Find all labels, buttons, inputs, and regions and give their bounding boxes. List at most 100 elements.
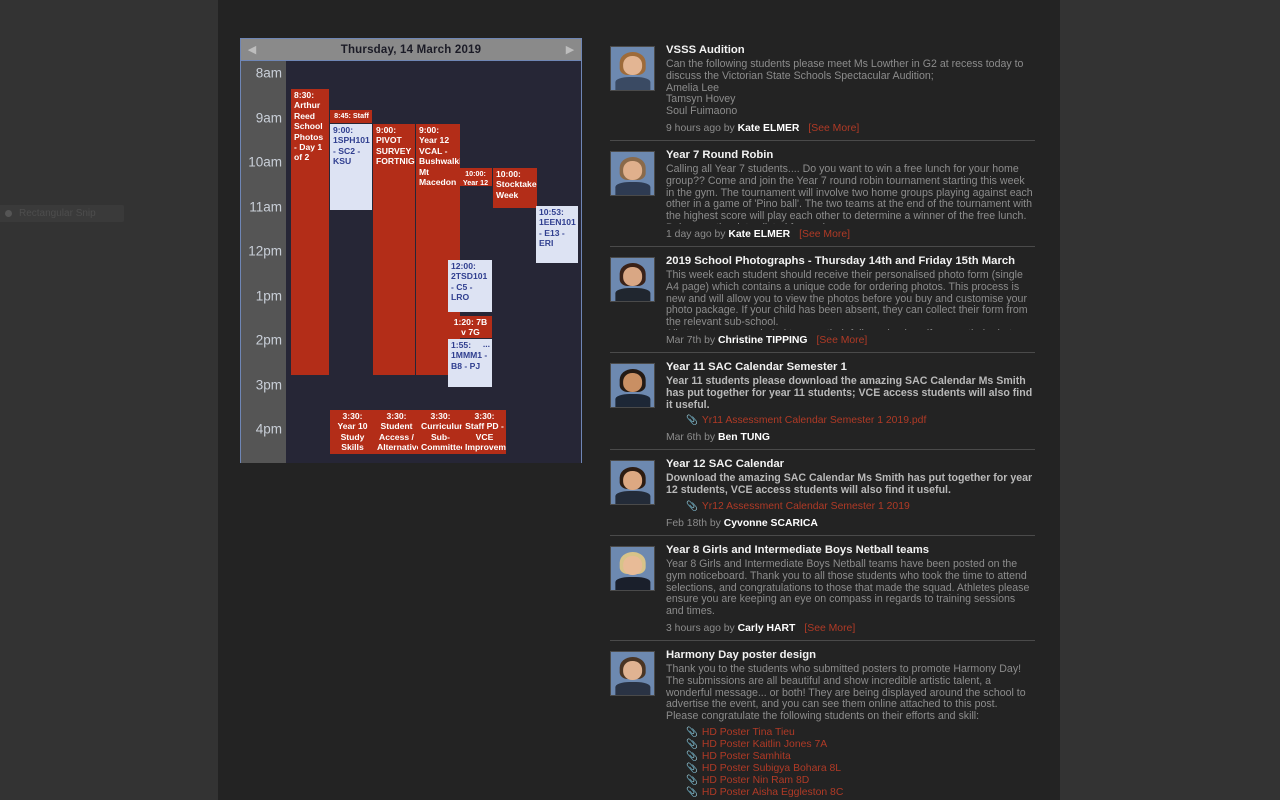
avatar-shoulders [614,182,651,195]
attachment-link[interactable]: 📎 Yr11 Assessment Calendar Semester 1 201… [686,415,1035,427]
news-item-content: 2019 School Photographs - Thursday 14th … [666,255,1035,346]
news-item-title[interactable]: Harmony Day poster design [666,649,1035,662]
calendar-time-gutter: 8am 9am 10am 11am 12pm 1pm 2pm 3pm 4pm [241,61,286,463]
calendar-event-year12[interactable]: 10:00: Year 12 [458,168,492,186]
news-item-author[interactable]: Carly HART [738,623,796,634]
news-item[interactable]: 2019 School Photographs - Thursday 14th … [610,245,1035,352]
calendar-date-title: Thursday, 14 March 2019 [340,43,482,56]
rectangular-snip-overlay[interactable]: Rectangular Snip [0,205,124,222]
avatar-shoulders [614,77,651,90]
paperclip-icon: 📎 [686,500,698,512]
calendar-event-1mmm1[interactable]: 1:55: 1MMM1 - B8 - PJ... [448,339,492,387]
paperclip-icon: 📎 [686,415,698,427]
calendar-event-staff[interactable]: 8:45: Staff [330,110,372,123]
calendar-event-title: Student Access / Alternative Pathways [377,421,418,454]
paperclip-icon: 📎 [686,762,698,774]
news-item[interactable]: Harmony Day poster design Thank you to th… [610,639,1035,800]
calendar-event-2tsd101[interactable]: 12:00: 2TSD101 - C5 - LRO [448,260,492,312]
avatar [610,46,655,91]
news-item-author[interactable]: Cyvonne SCARICA [724,518,818,529]
calendar-event-title: Year 12 VCAL - Bushwalking Mt Macedon [419,135,460,188]
news-item-title[interactable]: VSSS Audition [666,44,1035,57]
news-item-body: Calling all Year 7 students.... Do you w… [666,163,1033,224]
calendar-time-label: 8am [255,65,282,81]
news-item-meta: Mar 6th by Ben TUNG [666,432,1035,443]
calendar-event-title: Staff [352,111,369,120]
calendar-event-1een101[interactable]: 10:53: 1EEN101 - E13 - ERI [536,206,578,263]
news-item-author[interactable]: Christine TIPPING [718,335,808,346]
avatar [610,362,655,408]
attachment-label: HD Poster Tina Tieu [701,726,795,738]
news-item-author[interactable]: Kate ELMER [728,229,790,240]
calendar-event-arthur-reed[interactable]: 8:30: Arthur Reed School Photos - Day 1 o… [291,89,329,375]
calendar-event-time: 10:00: [465,169,486,178]
news-item-body: Thank you to the students who submitted … [666,663,1026,723]
calendar-event-time: 3:30: [430,411,451,421]
see-more-link[interactable]: [See More] [804,623,855,634]
attachment-label: HD Poster Subigya Bohara 8L [701,762,842,774]
attachment-link[interactable]: 📎 HD Poster Nin Ram 8D [686,775,1035,787]
calendar-event-7bv7g[interactable]: 1:20: 7B v 7G [448,316,492,338]
attachment-list: 📎 HD Poster Tina Tieu 📎 HD Poster Kaitlin J… [686,727,1035,799]
news-item-title[interactable]: 2019 School Photographs - Thursday 14th … [666,255,1035,268]
calendar-event-1sph101[interactable]: 9:00: 1SPH101 - SC2 - KSU [330,124,372,210]
see-more-link[interactable]: [See More] [816,335,867,346]
calendar-event-time: 8:30: [294,90,315,100]
attachment-link[interactable]: 📎 HD Poster Kaitlin Jones 7A [686,739,1035,751]
next-day-arrow-icon[interactable]: ▶ [559,39,581,60]
attachment-link[interactable]: 📎 HD Poster Aisha Eggleston 8C [686,787,1035,799]
news-feed[interactable]: VSSS Audition Can the following students … [610,36,1035,800]
attachment-label: Yr12 Assessment Calendar Semester 1 2019 [701,500,910,512]
news-item[interactable]: Year 8 Girls and Intermediate Boys Netba… [610,534,1035,640]
calendar-event-year10-study[interactable]: 3:30:Year 10 Study Skills Session [330,410,374,454]
calendar-event-time: 3:30: [342,411,363,421]
calendar-event-title: Year 12 [462,178,489,186]
attachment-link[interactable]: 📎 HD Poster Tina Tieu [686,727,1035,739]
news-item-content: Year 8 Girls and Intermediate Boys Netba… [666,544,1035,634]
attachment-label: Yr11 Assessment Calendar Semester 1 2019… [701,415,927,427]
calendar-event-title: Curriculum Sub-Committee [421,421,462,453]
calendar-event-student-access[interactable]: 3:30:Student Access / Alternative Pathwa… [374,410,418,454]
news-item[interactable]: Year 11 SAC Calendar Semester 1 Year 11 s… [610,351,1035,449]
calendar-event-time: 3:30: [386,411,407,421]
calendar-event-grid[interactable]: 8:30: Arthur Reed School Photos - Day 1 o… [286,61,581,463]
avatar-face [622,161,643,181]
snip-label: Rectangular Snip [19,208,96,219]
news-item-author[interactable]: Ben TUNG [718,432,770,443]
calendar-time-label: 9am [255,110,282,125]
news-item-meta: Mar 7th by Christine TIPPING [See More] [666,335,1035,346]
calendar-event-overflow-icon[interactable]: ... [483,339,490,349]
calendar-event-stocktake[interactable]: 10:00: Stocktake Week [493,168,537,208]
news-item-title[interactable]: Year 11 SAC Calendar Semester 1 [666,361,1035,374]
news-item-title[interactable]: Year 12 SAC Calendar [666,458,1035,471]
news-item[interactable]: VSSS Audition Can the following students … [610,36,1035,140]
news-item-author[interactable]: Kate ELMER [738,123,800,134]
avatar [610,545,655,591]
calendar-event-time: 10:53: [539,207,564,217]
news-item[interactable]: Year 12 SAC Calendar Download the amazing… [610,449,1035,535]
calendar-time-label: 10am [248,154,282,170]
news-item[interactable]: Year 7 Round Robin Calling all Year 7 stu… [610,139,1035,246]
calendar-event-curriculum[interactable]: 3:30:Curriculum Sub-Committee [418,410,462,454]
news-item-title[interactable]: Year 8 Girls and Intermediate Boys Netba… [666,544,1035,557]
avatar [610,150,655,196]
attachment-link[interactable]: 📎 HD Poster Samhita [686,751,1035,763]
avatar-face [622,661,643,681]
calendar-event-pivot[interactable]: 9:00:PIVOT SURVEY FORTNIGHT [373,124,415,375]
calendar-event-time: 10:00: [496,169,521,179]
attachment-label: HD Poster Samhita [701,750,791,762]
attachment-label: HD Poster Kaitlin Jones 7A [701,738,828,750]
attachment-link[interactable]: 📎 Yr12 Assessment Calendar Semester 1 201… [686,501,1035,513]
app-root: Rectangular Snip ◀ Thursday, 14 March 20… [0,0,1280,800]
attachment-link[interactable]: 📎 HD Poster Subigya Bohara 8L [686,763,1035,775]
see-more-link[interactable]: [See More] [808,123,859,134]
see-more-link[interactable]: [See More] [799,229,850,240]
calendar-body: 8am 9am 10am 11am 12pm 1pm 2pm 3pm 4pm 8:30: Arth… [241,61,581,463]
avatar-face [622,373,643,393]
news-item-meta: Feb 18th by Cyvonne SCARICA [666,518,1035,529]
news-item-title[interactable]: Year 7 Round Robin [666,149,1035,162]
calendar-event-staff-pd[interactable]: 3:30:Staff PD - VCE Improvement [462,410,506,454]
prev-day-arrow-icon[interactable]: ◀ [241,39,263,60]
calendar-time-label: 2pm [255,332,282,348]
calendar-event-time: 1:20: [453,317,474,327]
